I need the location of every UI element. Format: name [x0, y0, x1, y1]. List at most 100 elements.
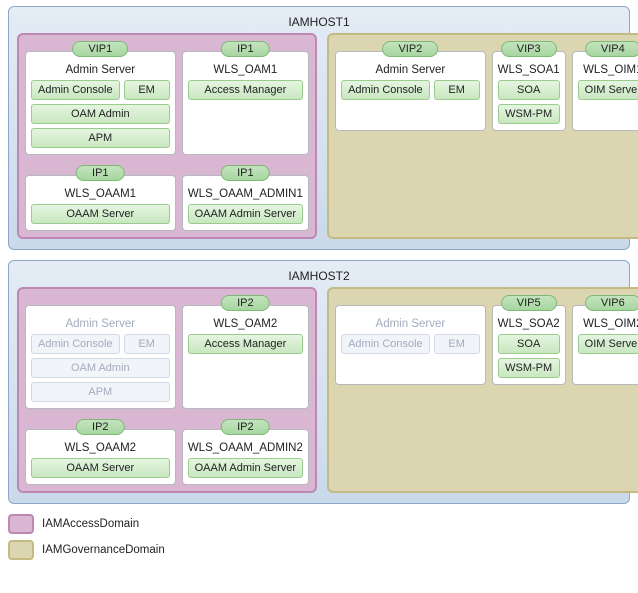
- server-title: WLS_SOA2: [498, 318, 560, 330]
- ip-pill: IP2: [221, 295, 270, 311]
- host-panel-1: IAMHOST1 VIP1 Admin Server Admin Console…: [8, 6, 630, 250]
- host2-row: x Admin Server Admin Console EM OAM Admi…: [17, 287, 621, 493]
- admin-row-chips: Admin Console EM: [31, 334, 170, 354]
- oaam-server-chip: OAAM Server: [31, 458, 170, 478]
- host-title: IAMHOST2: [17, 269, 621, 283]
- chips: OIM Server: [578, 80, 638, 100]
- apm-chip: APM: [31, 382, 170, 402]
- wls-oaam-admin-box: IP2 WLS_OAAM_ADMIN2 OAAM Admin Server: [182, 429, 309, 485]
- chips: Access Manager: [188, 80, 303, 100]
- server-title: WLS_OAM1: [188, 64, 303, 76]
- server-title: Admin Server: [31, 318, 170, 330]
- server-title: WLS_OAAM_ADMIN1: [188, 188, 303, 200]
- server-title: WLS_OAAM2: [31, 442, 170, 454]
- soa-chip: SOA: [498, 334, 560, 354]
- gov-grid: VIP2 Admin Server Admin Console EM VIP3 …: [335, 41, 638, 131]
- ip-pill: IP2: [76, 419, 125, 435]
- wls-oim-box: VIP4 WLS_OIM1 OIM Server: [572, 51, 638, 131]
- wls-oaam-admin-box: IP1 WLS_OAAM_ADMIN1 OAAM Admin Server: [182, 175, 309, 231]
- admin-console-chip: Admin Console: [341, 334, 430, 354]
- server-title: Admin Server: [341, 64, 480, 76]
- chips: OAAM Server: [31, 458, 170, 478]
- em-chip: EM: [124, 334, 170, 354]
- wls-soa-box: VIP5 WLS_SOA2 SOA WSM-PM: [492, 305, 566, 385]
- soa-chip: SOA: [498, 80, 560, 100]
- vip-pill: VIP4: [585, 41, 638, 57]
- em-chip: EM: [434, 80, 480, 100]
- oaam-admin-server-chip: OAAM Admin Server: [188, 458, 303, 478]
- admin-row-chips: Admin Console EM: [31, 80, 170, 100]
- access-domain-group: VIP1 Admin Server Admin Console EM OAM A…: [17, 33, 317, 239]
- admin-console-chip: Admin Console: [31, 334, 120, 354]
- admin-extra-chips: OAM Admin APM: [31, 104, 170, 148]
- oim-server-chip: OIM Server: [578, 334, 638, 354]
- gov-admin-row-chips: Admin Console EM: [341, 80, 480, 100]
- wls-oaam-box: IP2 WLS_OAAM2 OAAM Server: [25, 429, 176, 485]
- gov-domain-group: VIP2 Admin Server Admin Console EM VIP3 …: [327, 33, 638, 239]
- legend-item-access: IAMAccessDomain: [8, 514, 630, 534]
- em-chip: EM: [434, 334, 480, 354]
- ip-pill: IP1: [76, 165, 125, 181]
- chips: Access Manager: [188, 334, 303, 354]
- server-title: WLS_OAM2: [188, 318, 303, 330]
- apm-chip: APM: [31, 128, 170, 148]
- gov-admin-server-box: VIP2 Admin Server Admin Console EM: [335, 51, 486, 131]
- wls-oaam-box: IP1 WLS_OAAM1 OAAM Server: [25, 175, 176, 231]
- gov-grid: x Admin Server Admin Console EM VIP5 WLS…: [335, 295, 638, 385]
- admin-console-chip: Admin Console: [341, 80, 430, 100]
- host1-row: VIP1 Admin Server Admin Console EM OAM A…: [17, 33, 621, 239]
- wsm-pm-chip: WSM-PM: [498, 358, 560, 378]
- wls-soa-box: VIP3 WLS_SOA1 SOA WSM-PM: [492, 51, 566, 131]
- access-manager-chip: Access Manager: [188, 80, 303, 100]
- gov-domain-group: x Admin Server Admin Console EM VIP5 WLS…: [327, 287, 638, 493]
- server-title: Admin Server: [31, 64, 170, 76]
- chips: SOA WSM-PM: [498, 80, 560, 124]
- access-manager-chip: Access Manager: [188, 334, 303, 354]
- legend-label: IAMAccessDomain: [42, 518, 139, 530]
- wls-oim-box: VIP6 WLS_OIM2 OIM Server: [572, 305, 638, 385]
- server-title: WLS_OAAM_ADMIN2: [188, 442, 303, 454]
- admin-server-box: VIP1 Admin Server Admin Console EM OAM A…: [25, 51, 176, 155]
- wls-oam-box: IP1 WLS_OAM1 Access Manager: [182, 51, 309, 155]
- server-title: Admin Server: [341, 318, 480, 330]
- server-title: WLS_OIM2: [578, 318, 638, 330]
- chips: OAAM Admin Server: [188, 458, 303, 478]
- admin-extra-chips: OAM Admin APM: [31, 358, 170, 402]
- legend: IAMAccessDomain IAMGovernanceDomain: [8, 514, 630, 560]
- gov-admin-server-box-inactive: x Admin Server Admin Console EM: [335, 305, 486, 385]
- vip-pill: VIP6: [585, 295, 638, 311]
- em-chip: EM: [124, 80, 170, 100]
- legend-item-gov: IAMGovernanceDomain: [8, 540, 630, 560]
- wsm-pm-chip: WSM-PM: [498, 104, 560, 124]
- oaam-admin-server-chip: OAAM Admin Server: [188, 204, 303, 224]
- oam-admin-chip: OAM Admin: [31, 104, 170, 124]
- gov-admin-row-chips: Admin Console EM: [341, 334, 480, 354]
- admin-server-box-inactive: x Admin Server Admin Console EM OAM Admi…: [25, 305, 176, 409]
- chips: SOA WSM-PM: [498, 334, 560, 378]
- vip-pill: VIP2: [382, 41, 438, 57]
- access-grid: x Admin Server Admin Console EM OAM Admi…: [25, 295, 309, 485]
- chips: OAAM Admin Server: [188, 204, 303, 224]
- oam-admin-chip: OAM Admin: [31, 358, 170, 378]
- admin-console-chip: Admin Console: [31, 80, 120, 100]
- chips: OIM Server: [578, 334, 638, 354]
- server-title: WLS_OIM1: [578, 64, 638, 76]
- legend-swatch-gov: [8, 540, 34, 560]
- oim-server-chip: OIM Server: [578, 80, 638, 100]
- oaam-server-chip: OAAM Server: [31, 204, 170, 224]
- server-title: WLS_SOA1: [498, 64, 560, 76]
- vip-pill: VIP3: [501, 41, 557, 57]
- legend-label: IAMGovernanceDomain: [42, 544, 165, 556]
- vip-pill: VIP5: [501, 295, 557, 311]
- ip-pill: IP2: [221, 419, 270, 435]
- host-panel-2: IAMHOST2 x Admin Server Admin Console EM…: [8, 260, 630, 504]
- wls-oam-box: IP2 WLS_OAM2 Access Manager: [182, 305, 309, 409]
- ip-pill: IP1: [221, 165, 270, 181]
- vip-pill: VIP1: [72, 41, 128, 57]
- access-grid: VIP1 Admin Server Admin Console EM OAM A…: [25, 41, 309, 231]
- access-domain-group: x Admin Server Admin Console EM OAM Admi…: [17, 287, 317, 493]
- ip-pill: IP1: [221, 41, 270, 57]
- server-title: WLS_OAAM1: [31, 188, 170, 200]
- legend-swatch-access: [8, 514, 34, 534]
- host-title: IAMHOST1: [17, 15, 621, 29]
